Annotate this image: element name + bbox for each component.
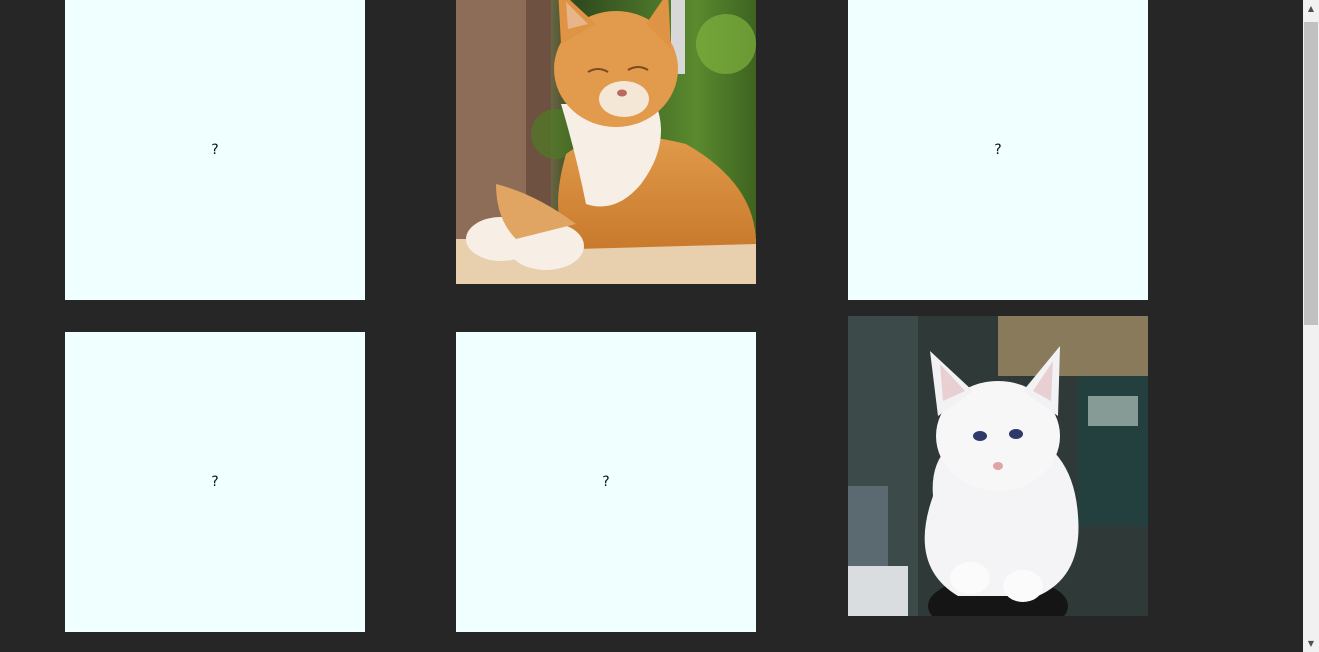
card-revealed-white-cat[interactable] [848, 316, 1148, 616]
vertical-scrollbar[interactable]: ▲ ▼ [1303, 0, 1319, 652]
card-question-mark: ? [211, 474, 219, 490]
card-hidden[interactable]: ? [65, 332, 365, 632]
card-hidden[interactable]: ? [848, 0, 1148, 300]
card-question-mark: ? [211, 142, 219, 158]
arrow-up-icon[interactable]: ▲ [1303, 0, 1319, 17]
scrollbar-thumb[interactable] [1304, 22, 1318, 325]
white-cat-image [848, 316, 1148, 616]
card-hidden[interactable]: ? [456, 332, 756, 632]
card-question-mark: ? [602, 474, 610, 490]
orange-tabby-cat-image [456, 0, 756, 284]
card-hidden[interactable]: ? [65, 0, 365, 300]
arrow-down-icon[interactable]: ▼ [1303, 635, 1319, 652]
card-revealed-orange-cat[interactable] [456, 0, 756, 284]
memory-game-board: ? ? ? ? [0, 0, 1303, 652]
card-question-mark: ? [994, 142, 1002, 158]
